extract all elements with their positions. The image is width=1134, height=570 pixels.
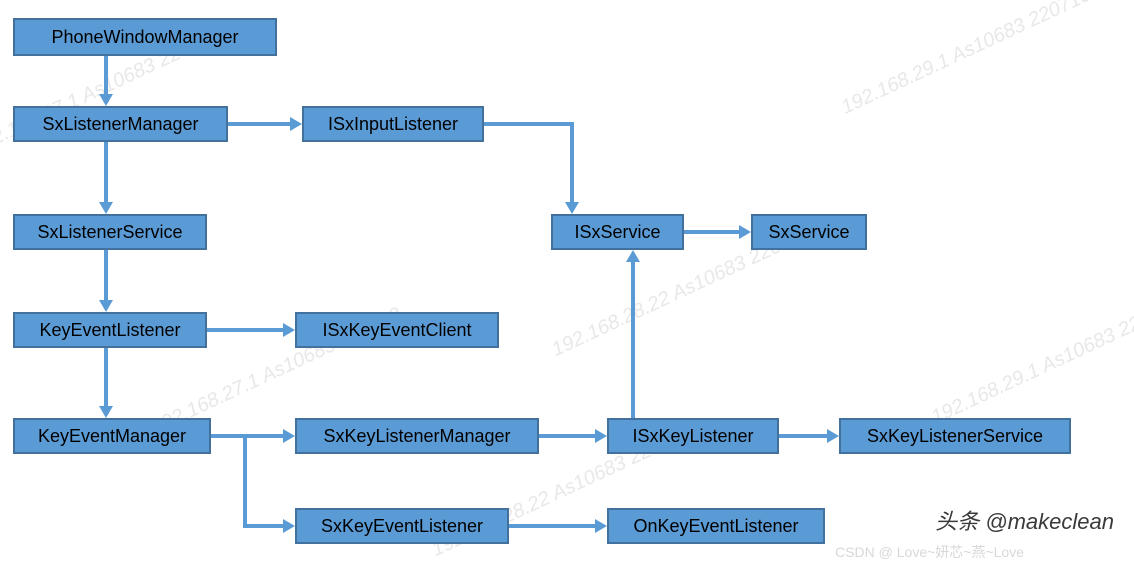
arrow-line (684, 230, 739, 234)
watermark-csdn: CSDN @ Love~妍芯~燕~Love (835, 542, 1024, 562)
arrow-head (739, 225, 751, 239)
arrow-line (243, 436, 247, 528)
arrow-line (104, 348, 108, 406)
arrow-line (570, 122, 574, 202)
arrow-head (283, 429, 295, 443)
arrow-head (99, 94, 113, 106)
arrow-line (104, 250, 108, 300)
arrow-head (626, 250, 640, 262)
node-sx-service: SxService (751, 214, 867, 250)
node-isx-key-event-client: ISxKeyEventClient (295, 312, 499, 348)
arrow-head (290, 117, 302, 131)
node-key-event-listener: KeyEventListener (13, 312, 207, 348)
arrow-line (779, 434, 827, 438)
node-on-key-event-listener: OnKeyEventListener (607, 508, 825, 544)
node-sx-key-event-listener: SxKeyEventListener (295, 508, 509, 544)
node-isx-input-listener: ISxInputListener (302, 106, 484, 142)
arrow-head (283, 323, 295, 337)
arrow-line (484, 122, 574, 126)
arrow-head (827, 429, 839, 443)
arrow-head (99, 300, 113, 312)
node-key-event-manager: KeyEventManager (13, 418, 211, 454)
node-phone-window-manager: PhoneWindowManager (13, 18, 277, 56)
arrow-head (595, 519, 607, 533)
watermark-diag: 192.168.29.1 As10683 220713 (928, 293, 1134, 429)
watermark-diag: 192.168.29.1 As10683 220713 (838, 0, 1095, 120)
watermark-footer: 头条 @makeclean (935, 504, 1114, 536)
arrow-line (104, 56, 108, 94)
node-sx-key-listener-manager: SxKeyListenerManager (295, 418, 539, 454)
arrow-line (104, 142, 108, 202)
node-sx-listener-service: SxListenerService (13, 214, 207, 250)
arrow-head (99, 406, 113, 418)
arrow-line (539, 434, 595, 438)
arrow-line (228, 122, 290, 126)
arrow-head (595, 429, 607, 443)
node-isx-service: ISxService (551, 214, 684, 250)
arrow-head (283, 519, 295, 533)
node-isx-key-listener: ISxKeyListener (607, 418, 779, 454)
node-sx-key-listener-service: SxKeyListenerService (839, 418, 1071, 454)
arrow-line (211, 434, 283, 438)
arrow-line (509, 524, 595, 528)
arrow-line (631, 262, 635, 418)
arrow-line (243, 524, 283, 528)
arrow-line (207, 328, 283, 332)
arrow-head (565, 202, 579, 214)
arrow-head (99, 202, 113, 214)
node-sx-listener-manager: SxListenerManager (13, 106, 228, 142)
